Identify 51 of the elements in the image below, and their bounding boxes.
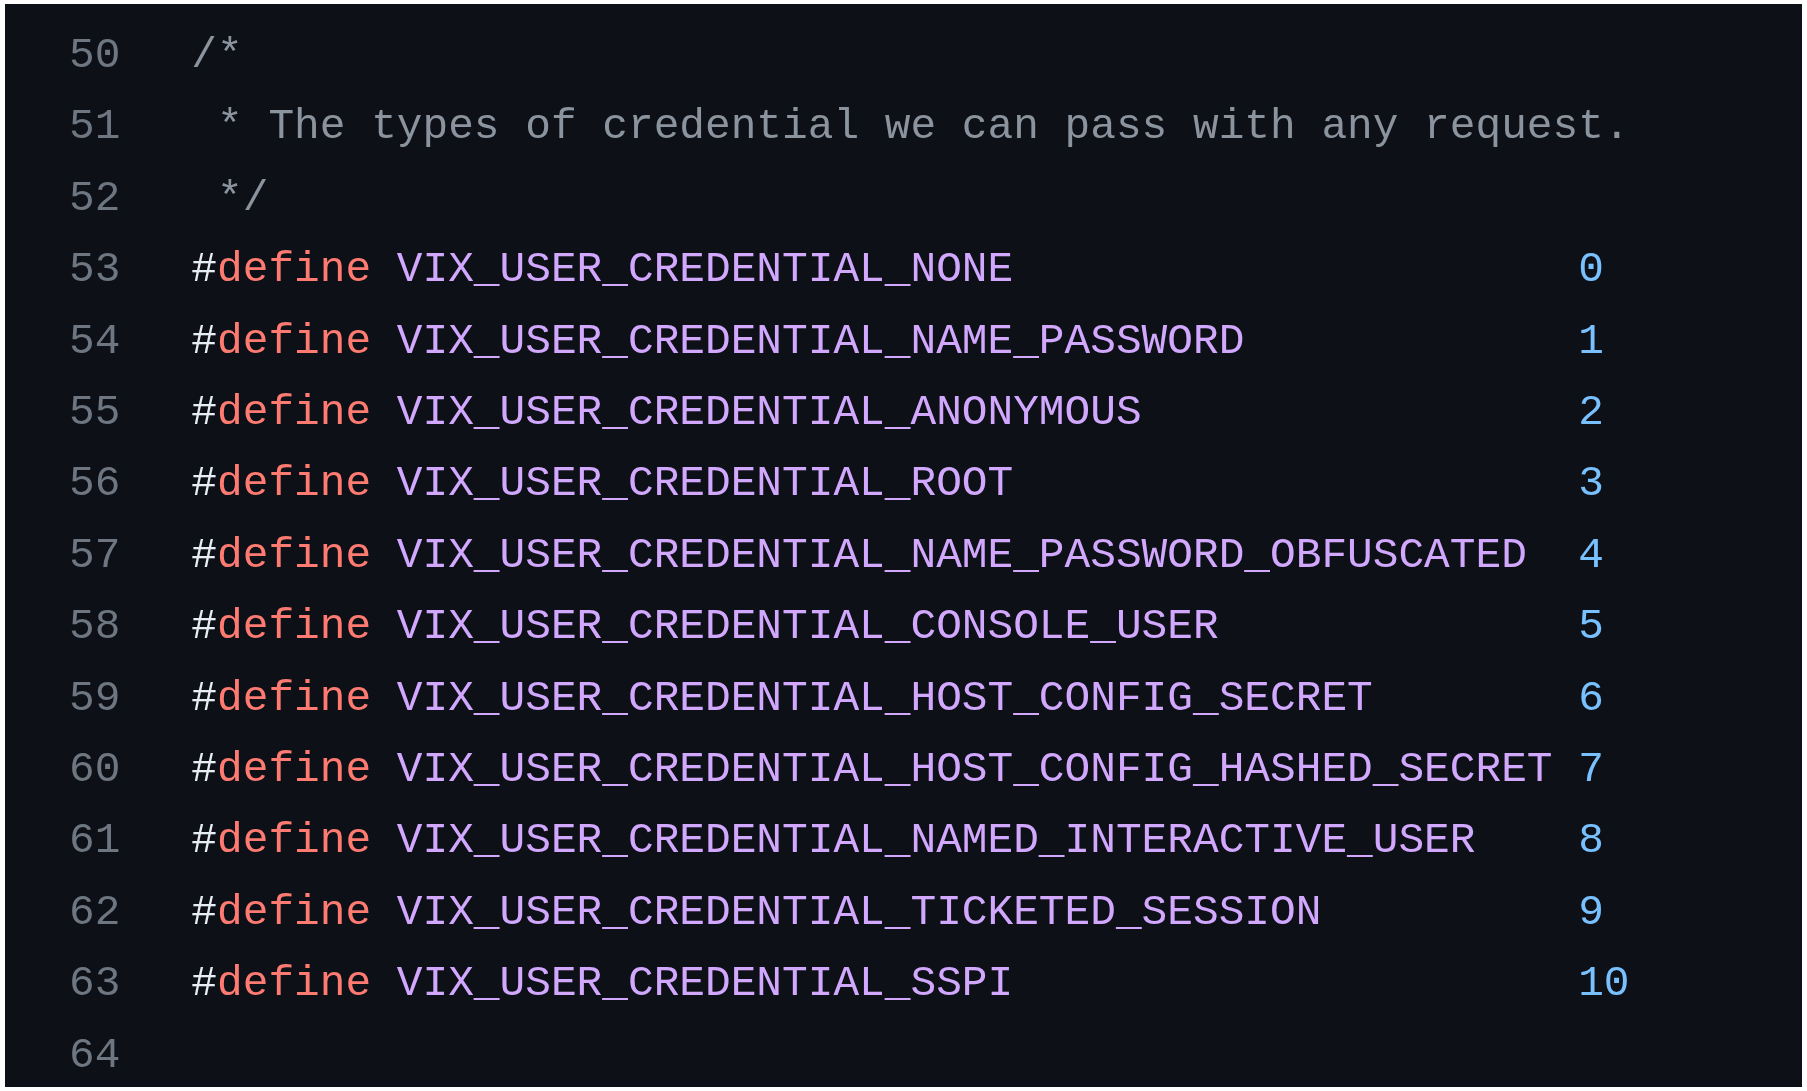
line-number: 60 (69, 745, 121, 795)
macro-value: 7 (1578, 745, 1604, 795)
preprocessor-directive: #define (191, 316, 372, 366)
preprocessor-directive: #define (191, 602, 372, 652)
macro-name: VIX_USER_CREDENTIAL_HOST_CONFIG_SECRET (396, 673, 1373, 723)
macro-value: 5 (1578, 602, 1604, 652)
macro-value: 1 (1578, 316, 1604, 366)
line-number: 62 (69, 887, 121, 937)
line-number: 64 (69, 1030, 121, 1080)
line-number: 55 (69, 388, 121, 438)
preprocessor-directive: #define (191, 959, 372, 1009)
macro-value: 3 (1578, 459, 1604, 509)
code-comment: */ (216, 173, 269, 224)
macro-name: VIX_USER_CREDENTIAL_TICKETED_SESSION (396, 887, 1322, 937)
macro-value: 6 (1578, 673, 1604, 723)
code-comment: /* (191, 31, 243, 81)
macro-name: VIX_USER_CREDENTIAL_ANONYMOUS (396, 388, 1142, 438)
preprocessor-directive: #define (191, 245, 372, 295)
line-number: 61 (69, 816, 121, 866)
macro-value: 9 (1578, 887, 1604, 937)
macro-name: VIX_USER_CREDENTIAL_NAME_PASSWORD_OBFUSCATED (396, 530, 1527, 581)
preprocessor-directive: #define (191, 459, 372, 509)
macro-name: VIX_USER_CREDENTIAL_ROOT (396, 459, 1014, 509)
line-number: 53 (69, 245, 121, 295)
line-number: 58 (69, 602, 121, 652)
line-number: 51 (69, 102, 121, 152)
macro-name: VIX_USER_CREDENTIAL_NAMED_INTERACTIVE_USER (396, 816, 1476, 866)
line-number: 59 (69, 673, 121, 723)
macro-value: 4 (1578, 530, 1604, 581)
line-number: 50 (69, 31, 121, 81)
macro-name: VIX_USER_CREDENTIAL_HOST_CONFIG_HASHED_SECRET (396, 745, 1553, 795)
macro-value: 0 (1578, 245, 1604, 295)
macro-value: 2 (1578, 388, 1604, 438)
line-number: 63 (69, 959, 121, 1009)
macro-value: 10 (1578, 959, 1630, 1009)
macro-value: 8 (1578, 816, 1604, 866)
code-comment: * The types of credential we can pass with any request. (216, 102, 1630, 152)
preprocessor-directive: #define (191, 530, 372, 581)
macro-name: VIX_USER_CREDENTIAL_CONSOLE_USER (396, 602, 1219, 652)
preprocessor-directive: #define (191, 816, 372, 866)
preprocessor-directive: #define (191, 673, 372, 723)
preprocessor-directive: #define (191, 887, 372, 937)
macro-name: VIX_USER_CREDENTIAL_SSPI (396, 959, 1014, 1009)
line-number: 54 (69, 316, 121, 366)
macro-name: VIX_USER_CREDENTIAL_NONE (396, 245, 1014, 295)
line-number: 57 (69, 530, 121, 581)
line-number: 52 (69, 173, 121, 224)
preprocessor-directive: #define (191, 745, 372, 795)
preprocessor-directive: #define (191, 388, 372, 438)
line-number: 56 (69, 459, 121, 509)
macro-name: VIX_USER_CREDENTIAL_NAME_PASSWORD (396, 316, 1245, 366)
